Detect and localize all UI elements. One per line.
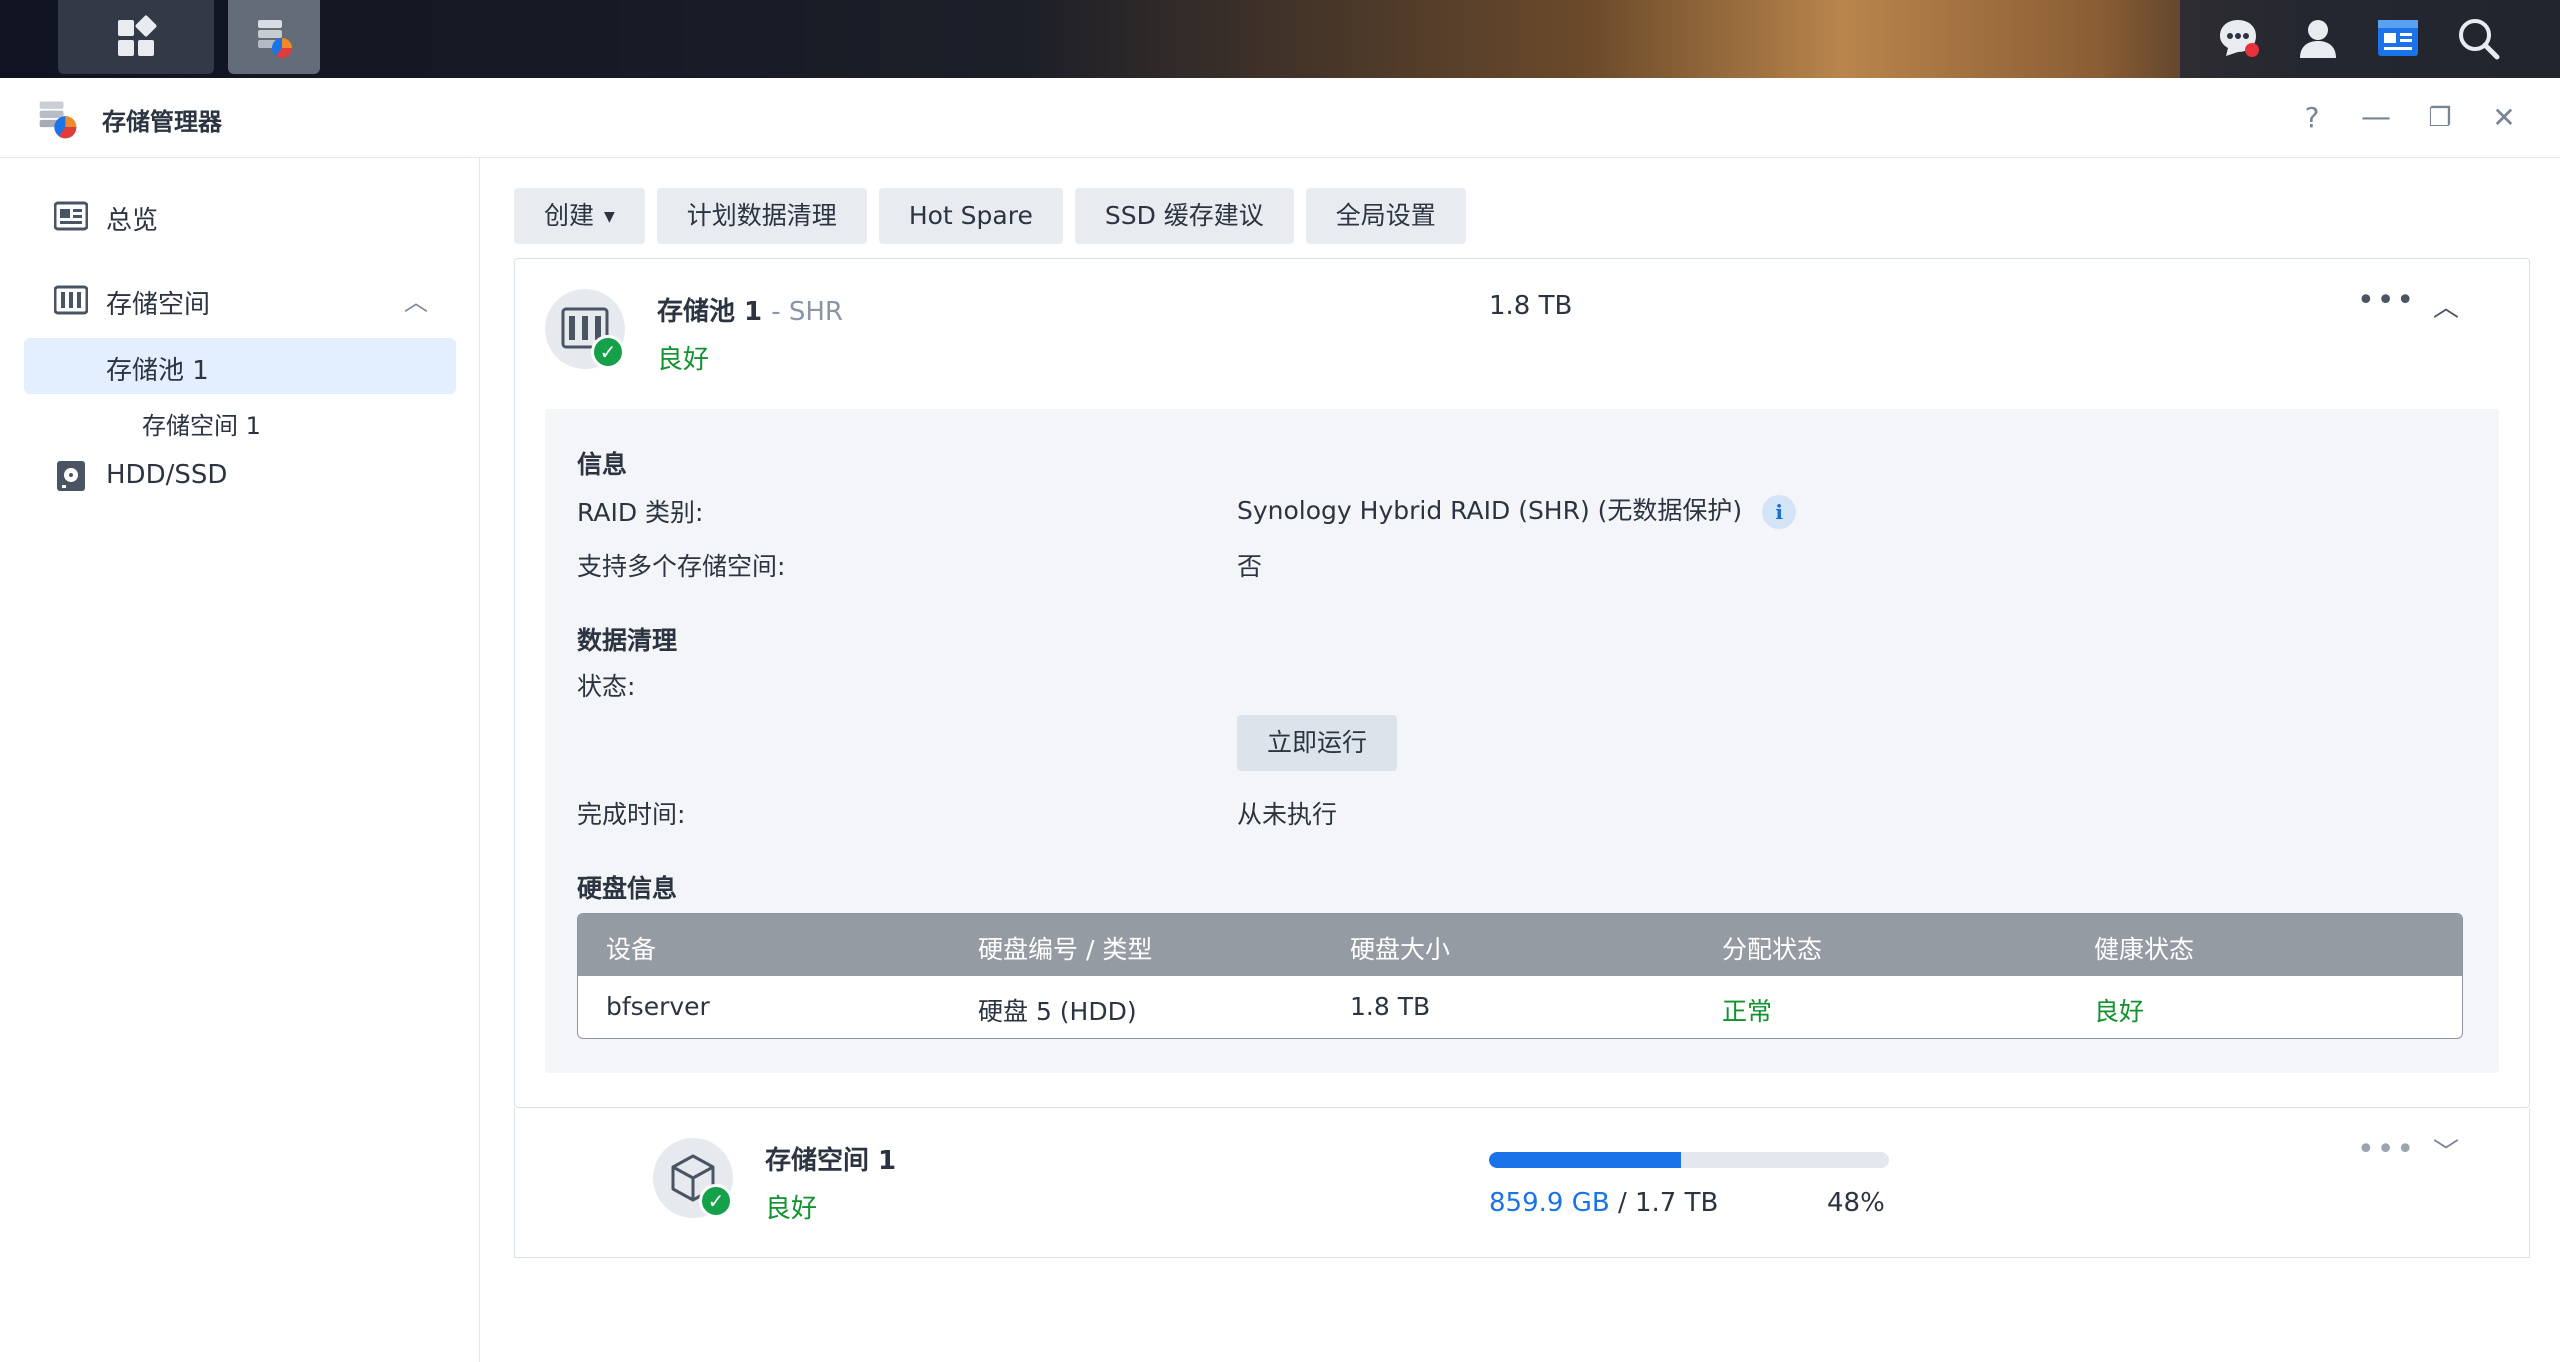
volume-usage-text: 859.9 GB / 1.7 TB bbox=[1489, 1188, 1718, 1218]
sidebar-item-overview[interactable]: 总览 bbox=[24, 188, 456, 244]
taskbar-tray bbox=[2180, 0, 2560, 78]
scrub-schedule-button[interactable]: 计划数据清理 bbox=[656, 188, 867, 244]
cell-health: 良好 bbox=[2094, 997, 2145, 1026]
sidebar-item-label: 存储池 1 bbox=[106, 356, 209, 386]
storage-manager-window: 存储管理器 ? — ❐ ✕ 总览 存储空间 ︿ 存储池 1 存储空间 1 HDD… bbox=[0, 78, 2560, 1362]
column-header-health: 健康状态 bbox=[2094, 935, 2195, 964]
more-options-icon[interactable]: ••• bbox=[2357, 283, 2416, 318]
storage-pool-card: ✓ 存储池 1 - SHR 良好 1.8 TB ••• ︿ 信息 RAID 类别… bbox=[514, 258, 2530, 1108]
sidebar-item-label: 总览 bbox=[106, 206, 159, 236]
sidebar-item-volume-1[interactable]: 存储空间 1 bbox=[24, 394, 456, 450]
volume-card[interactable]: ✓ 存储空间 1 良好 859.9 GB / 1.7 TB 48% ••• ﹀ bbox=[514, 1108, 2530, 1258]
multi-volume-value: 否 bbox=[1237, 552, 1263, 581]
pool-size: 1.8 TB bbox=[1489, 291, 1573, 321]
volume-usage-percent: 48% bbox=[1827, 1188, 1885, 1218]
chevron-up-icon[interactable]: ︿ bbox=[2433, 287, 2459, 324]
raid-type-text: Synology Hybrid RAID (SHR) (无数据保护) bbox=[1237, 496, 1743, 525]
storage-manager-taskbar-button[interactable] bbox=[228, 0, 320, 74]
restore-button[interactable]: ❐ bbox=[2420, 98, 2460, 138]
cell-device: bfserver bbox=[606, 992, 710, 1021]
raid-type-value: Synology Hybrid RAID (SHR) (无数据保护) i bbox=[1237, 491, 1797, 529]
sidebar-item-label: 存储空间 1 bbox=[142, 412, 261, 440]
hdd-icon bbox=[57, 461, 85, 491]
window-titlebar: 存储管理器 ? — ❐ ✕ bbox=[0, 78, 2560, 158]
global-settings-button[interactable]: 全局设置 bbox=[1305, 188, 1466, 244]
pool-raid-type: - SHR bbox=[771, 297, 843, 327]
scrub-done-value: 从未执行 bbox=[1237, 800, 1338, 829]
user-icon[interactable] bbox=[2294, 14, 2342, 62]
storage-icon bbox=[54, 285, 88, 315]
system-taskbar bbox=[0, 0, 2560, 78]
overview-icon bbox=[54, 201, 88, 231]
chat-icon[interactable] bbox=[2214, 14, 2262, 62]
close-button[interactable]: ✕ bbox=[2484, 98, 2524, 138]
main-menu-button[interactable] bbox=[58, 0, 214, 74]
scrub-done-label: 完成时间: bbox=[577, 800, 686, 829]
minimize-button[interactable]: — bbox=[2356, 98, 2396, 138]
cell-disk-size: 1.8 TB bbox=[1350, 992, 1431, 1021]
run-now-button[interactable]: 立即运行 bbox=[1237, 715, 1398, 771]
volume-name: 存储空间 1 bbox=[765, 1146, 897, 1176]
apps-grid-icon bbox=[118, 15, 157, 56]
pool-title: 存储池 1 - SHR bbox=[657, 291, 843, 328]
sidebar-item-pool-1[interactable]: 存储池 1 bbox=[24, 338, 456, 394]
cell-disk-type: 硬盘 5 (HDD) bbox=[978, 997, 1137, 1026]
cell-allocation: 正常 bbox=[1722, 997, 1773, 1026]
chevron-up-icon[interactable]: ︿ bbox=[404, 282, 428, 317]
ssd-cache-advisor-button[interactable]: SSD 缓存建议 bbox=[1074, 188, 1294, 244]
scrub-state-label: 状态: bbox=[577, 672, 636, 701]
status-ok-badge-icon: ✓ bbox=[591, 335, 625, 369]
table-header: 设备 硬盘编号 / 类型 硬盘大小 分配状态 健康状态 bbox=[578, 914, 2462, 976]
volume-usage-fill bbox=[1489, 1152, 1681, 1168]
sidebar-item-label: HDD/SSD bbox=[106, 460, 228, 490]
main-content: 创建 ▼ 计划数据清理 Hot Spare SSD 缓存建议 全局设置 ✓ 存储… bbox=[514, 188, 2530, 1258]
status-ok-badge-icon: ✓ bbox=[699, 1184, 733, 1218]
pool-details-panel: 信息 RAID 类别: Synology Hybrid RAID (SHR) (… bbox=[545, 409, 2499, 1073]
info-icon[interactable]: i bbox=[1762, 495, 1797, 529]
volume-total: 1.7 TB bbox=[1634, 1188, 1719, 1218]
sidebar-item-hdd-ssd[interactable]: HDD/SSD bbox=[24, 448, 456, 504]
volume-usage-progress-bar bbox=[1489, 1152, 1889, 1168]
chevron-down-icon[interactable]: ﹀ bbox=[2433, 1132, 2459, 1169]
more-options-icon[interactable]: ••• bbox=[2357, 1132, 2416, 1167]
widgets-icon[interactable] bbox=[2374, 14, 2422, 62]
create-label: 创建 bbox=[544, 201, 595, 230]
toolbar: 创建 ▼ 计划数据清理 Hot Spare SSD 缓存建议 全局设置 bbox=[514, 188, 2530, 244]
caret-down-icon: ▼ bbox=[604, 209, 615, 225]
raid-type-label: RAID 类别: bbox=[577, 498, 704, 527]
volume-used: 859.9 GB bbox=[1489, 1188, 1610, 1218]
pool-status: 良好 bbox=[657, 345, 710, 375]
storage-manager-icon bbox=[258, 20, 292, 58]
disk-info-table: 设备 硬盘编号 / 类型 硬盘大小 分配状态 健康状态 bfserver 硬盘 … bbox=[577, 913, 2463, 1039]
sidebar: 总览 存储空间 ︿ 存储池 1 存储空间 1 HDD/SSD bbox=[0, 158, 480, 1362]
table-row[interactable]: bfserver 硬盘 5 (HDD) 1.8 TB 正常 良好 bbox=[578, 976, 2462, 1038]
storage-manager-app-icon bbox=[39, 101, 77, 139]
sidebar-item-label: 存储空间 bbox=[106, 290, 211, 320]
create-dropdown-button[interactable]: 创建 ▼ bbox=[514, 188, 645, 244]
column-header-disk-size: 硬盘大小 bbox=[1350, 935, 1451, 964]
sidebar-item-storage[interactable]: 存储空间 ︿ bbox=[24, 272, 456, 328]
hot-spare-button[interactable]: Hot Spare bbox=[878, 188, 1063, 244]
help-button[interactable]: ? bbox=[2292, 98, 2332, 138]
column-header-disk-type: 硬盘编号 / 类型 bbox=[978, 935, 1153, 964]
search-icon[interactable] bbox=[2454, 14, 2502, 62]
usage-separator: / bbox=[1609, 1188, 1635, 1218]
scrub-section-title: 数据清理 bbox=[577, 626, 678, 655]
disk-info-section-title: 硬盘信息 bbox=[577, 874, 678, 903]
info-section-title: 信息 bbox=[577, 450, 628, 479]
pool-icon: ✓ bbox=[545, 289, 625, 369]
pool-name: 存储池 1 bbox=[657, 297, 763, 327]
window-title: 存储管理器 bbox=[102, 108, 222, 136]
volume-icon: ✓ bbox=[653, 1138, 733, 1218]
column-header-allocation: 分配状态 bbox=[1722, 935, 1823, 964]
multi-volume-label: 支持多个存储空间: bbox=[577, 552, 786, 581]
volume-status: 良好 bbox=[765, 1194, 818, 1224]
column-header-device: 设备 bbox=[606, 935, 657, 964]
storage-pool-header[interactable]: ✓ 存储池 1 - SHR 良好 1.8 TB ••• ︿ bbox=[515, 259, 2529, 409]
